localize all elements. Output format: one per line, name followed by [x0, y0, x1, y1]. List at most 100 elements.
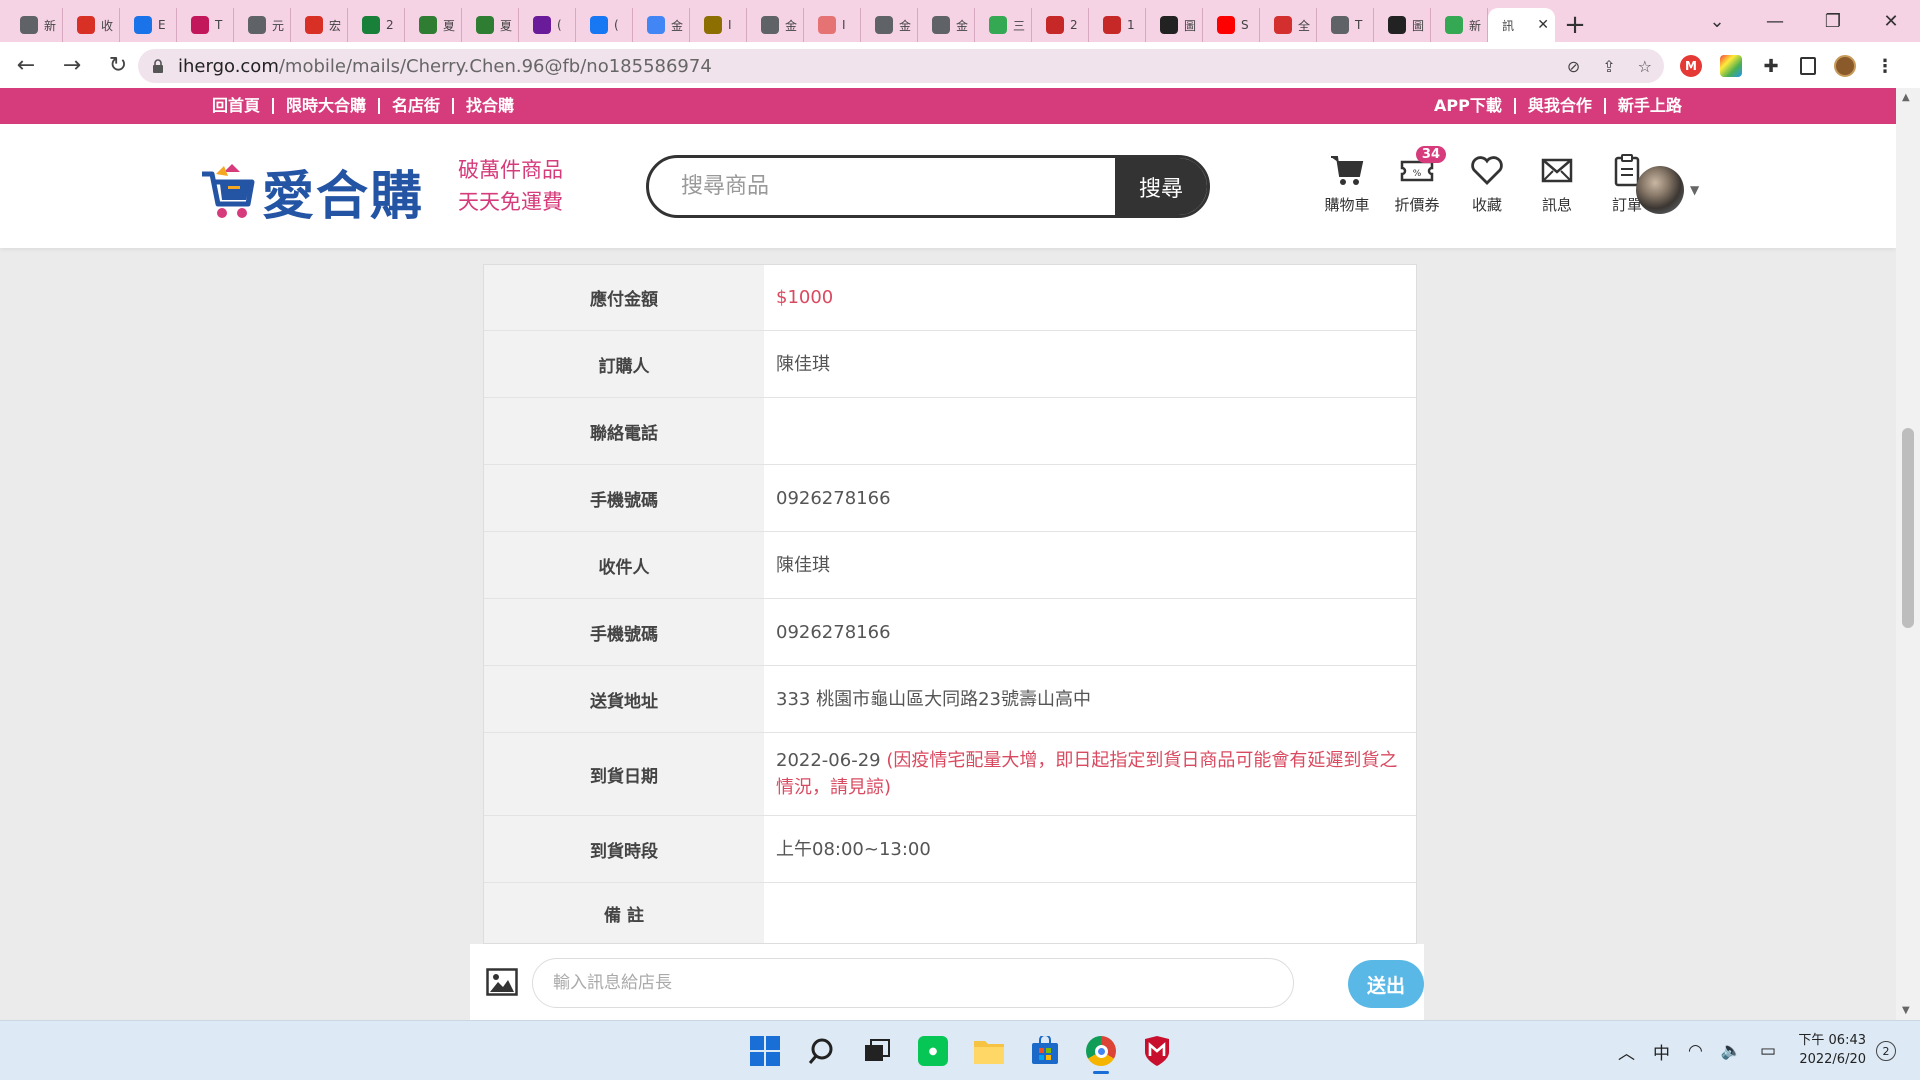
topbar-link[interactable]: 新手上路: [1603, 98, 1694, 114]
share-icon[interactable]: ⇪: [1602, 57, 1615, 76]
reload-icon[interactable]: ↻: [98, 45, 138, 85]
browser-tab[interactable]: 元: [234, 8, 291, 42]
search-icon[interactable]: [804, 1034, 838, 1068]
menu-icon[interactable]: ⋮: [1874, 55, 1896, 77]
topbar-link[interactable]: 限時大合購: [272, 98, 378, 114]
browser-tab[interactable]: 金: [861, 8, 918, 42]
browser-tab[interactable]: T: [1317, 8, 1374, 42]
task-view-icon[interactable]: [860, 1034, 894, 1068]
header-mail-button[interactable]: 訊息: [1522, 152, 1592, 215]
order-field-label: 到貨日期: [484, 733, 764, 815]
browser-tab[interactable]: 2: [1032, 8, 1089, 42]
slogan-line1: 破萬件商品: [458, 158, 563, 182]
send-button[interactable]: 送出: [1348, 960, 1424, 1008]
browser-tab[interactable]: 新: [1431, 8, 1488, 42]
minimize-icon[interactable]: —: [1746, 11, 1804, 32]
header-cart-button[interactable]: 購物車: [1312, 152, 1382, 215]
chrome-icon[interactable]: [1084, 1034, 1118, 1074]
browser-tab[interactable]: 夏: [462, 8, 519, 42]
browser-tab[interactable]: 金: [633, 8, 690, 42]
new-tab-icon[interactable]: +: [1555, 8, 1595, 42]
tab-title: S: [1241, 18, 1249, 32]
extension-m-icon[interactable]: M: [1680, 55, 1702, 77]
order-value-text: 陳佳琪: [776, 353, 830, 375]
globe-icon: [761, 16, 779, 34]
web-icon: [1388, 16, 1406, 34]
site-logo[interactable]: 愛合購: [198, 154, 424, 229]
order-field-label: 備 註: [484, 883, 764, 943]
topbar-link[interactable]: APP下載: [1434, 98, 1514, 114]
mcafee-icon[interactable]: [1140, 1034, 1174, 1068]
browser-tab[interactable]: 宏: [291, 8, 348, 42]
caret-down-icon[interactable]: ▼: [1690, 183, 1699, 197]
browser-tab[interactable]: 圖: [1374, 8, 1431, 42]
youtube-icon: [1217, 16, 1235, 34]
search-button[interactable]: 搜尋: [1115, 158, 1207, 215]
browser-tab[interactable]: I: [804, 8, 861, 42]
battery-icon[interactable]: ▭: [1760, 1041, 1776, 1061]
browser-tab[interactable]: S: [1203, 8, 1260, 42]
browser-tab[interactable]: 圖: [1146, 8, 1203, 42]
browser-tab[interactable]: 全: [1260, 8, 1317, 42]
profile-avatar-icon[interactable]: [1834, 55, 1856, 77]
address-bar[interactable]: ihergo.com/mobile/mails/Cherry.Chen.96@f…: [138, 49, 1664, 83]
file-explorer-icon[interactable]: [972, 1034, 1006, 1068]
close-window-icon[interactable]: ✕: [1862, 11, 1920, 32]
microsoft-store-icon[interactable]: [1028, 1034, 1062, 1068]
scroll-thumb[interactable]: [1902, 428, 1914, 628]
chevron-up-icon[interactable]: ︿: [1618, 1039, 1635, 1064]
browser-tab[interactable]: (: [519, 8, 576, 42]
clock[interactable]: 下午 06:43 2022/6/20: [1786, 1031, 1866, 1069]
scroll-down-icon[interactable]: ▼: [1902, 1005, 1910, 1016]
order-field-label: 手機號碼: [484, 465, 764, 531]
browser-tab[interactable]: 1: [1089, 8, 1146, 42]
line-app-icon[interactable]: ●: [916, 1034, 950, 1068]
close-tab-icon[interactable]: ✕: [1537, 17, 1549, 33]
browser-tab[interactable]: 收: [63, 8, 120, 42]
restore-icon[interactable]: ❐: [1804, 11, 1862, 32]
browser-tab[interactable]: (: [576, 8, 633, 42]
browser-tab-active[interactable]: 訊 ✕: [1488, 8, 1555, 42]
header-heart-button[interactable]: 收藏: [1452, 152, 1522, 215]
message-input[interactable]: [532, 958, 1294, 1008]
browser-tab[interactable]: T: [177, 8, 234, 42]
page-scrollbar[interactable]: ▲ ▼: [1896, 88, 1920, 1020]
coupon-count-badge: 34: [1415, 146, 1446, 163]
extension-color-icon[interactable]: [1720, 55, 1742, 77]
browser-tab[interactable]: 金: [918, 8, 975, 42]
eye-off-icon[interactable]: ⊘: [1567, 57, 1580, 76]
order-field-value: 陳佳琪: [764, 532, 1416, 598]
wifi-icon[interactable]: ◠: [1688, 1041, 1703, 1061]
tab-title: 金: [956, 18, 969, 33]
volume-icon[interactable]: 🔈: [1721, 1041, 1742, 1061]
windows-start-icon[interactable]: [748, 1034, 782, 1068]
puzzle-icon[interactable]: ✚: [1760, 55, 1782, 77]
topbar-link[interactable]: 找合購: [452, 98, 526, 114]
browser-tab[interactable]: 三: [975, 8, 1032, 42]
browser-tab[interactable]: I: [690, 8, 747, 42]
forward-icon[interactable]: →: [52, 45, 92, 85]
header-coupon-button[interactable]: % 34 折價券: [1382, 146, 1452, 215]
topbar-link[interactable]: 與我合作: [1513, 98, 1604, 114]
avatar[interactable]: [1636, 166, 1684, 214]
tab-search-icon[interactable]: ⌄: [1688, 11, 1746, 32]
topbar-link[interactable]: 名店街: [378, 98, 452, 114]
browser-tab[interactable]: E: [120, 8, 177, 42]
header-icons: 購物車% 34 折價券 收藏 訊息 訂單: [1312, 146, 1662, 215]
browser-tab[interactable]: 金: [747, 8, 804, 42]
search-input[interactable]: [649, 158, 1119, 215]
back-icon[interactable]: ←: [6, 45, 46, 85]
notification-badge[interactable]: 2: [1876, 1041, 1896, 1061]
browser-tab[interactable]: 新: [6, 8, 63, 42]
sidepanel-icon[interactable]: [1800, 57, 1816, 75]
browser-tab[interactable]: 夏: [405, 8, 462, 42]
user-menu[interactable]: ▼: [1636, 166, 1699, 214]
ime-indicator[interactable]: 中: [1653, 1039, 1670, 1064]
web-icon: [818, 16, 836, 34]
browser-tab[interactable]: 2: [348, 8, 405, 42]
order-row: 到貨時段 上午08:00~13:00: [484, 816, 1416, 883]
topbar-link[interactable]: 回首頁: [212, 98, 272, 114]
image-upload-icon[interactable]: [486, 968, 518, 996]
star-icon[interactable]: ☆: [1638, 57, 1652, 76]
scroll-up-icon[interactable]: ▲: [1902, 92, 1910, 103]
